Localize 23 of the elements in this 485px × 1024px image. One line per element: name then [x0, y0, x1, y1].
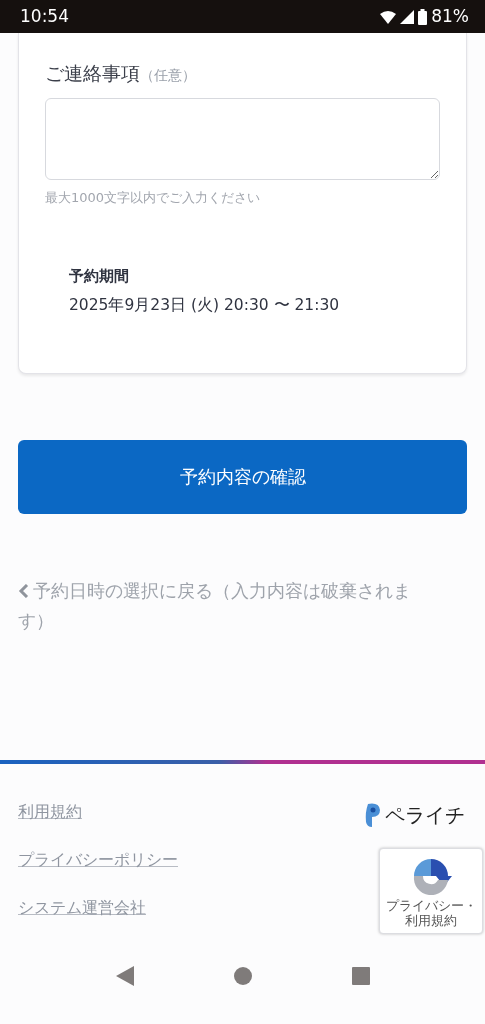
chevron-left-icon	[18, 583, 29, 598]
home-icon[interactable]	[233, 966, 252, 985]
clock-time: 10:54	[20, 4, 69, 28]
footer-link[interactable]: 利用規約	[18, 799, 82, 824]
confirm-button[interactable]: 予約内容の確認	[18, 439, 467, 514]
logo-icon	[365, 801, 381, 828]
wifi-icon	[380, 9, 397, 24]
period-title: 予約期間	[69, 266, 130, 287]
hint-text: 最大1000文字以内でご入力ください	[45, 188, 262, 207]
footer-link[interactable]: プライバシーポリシー	[18, 847, 178, 872]
optional-note: （任意）	[140, 67, 196, 83]
field-label: ご連絡事項	[45, 62, 140, 84]
footer-link[interactable]: システム運営会社	[18, 895, 146, 920]
battery-percent: 81%	[431, 4, 469, 28]
recaptcha-badge[interactable]: プライバシー・利用規約	[379, 847, 483, 934]
back-link[interactable]: 予約日時の選択に戻る（入力内容は破棄されます）	[18, 575, 433, 636]
period-value: 2025年9月23日 (火) 20:30 〜 21:30	[69, 294, 341, 316]
recents-icon[interactable]	[351, 966, 370, 985]
signal-icon	[400, 9, 415, 24]
recaptcha-text[interactable]: プライバシー・利用規約	[383, 897, 479, 928]
brand-logo-text: ペライチ	[385, 801, 465, 829]
back-icon[interactable]	[115, 965, 134, 986]
battery-icon	[418, 8, 428, 25]
